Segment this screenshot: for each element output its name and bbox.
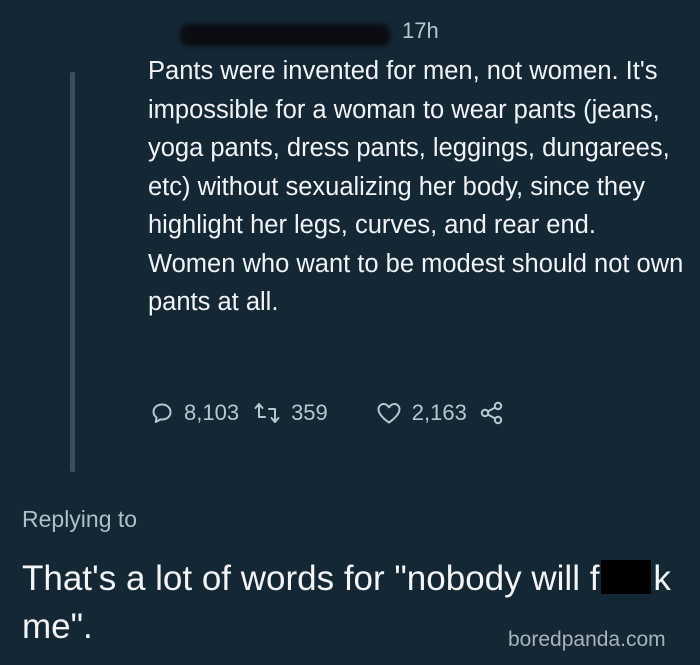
share-button[interactable] — [479, 400, 505, 426]
censor-box — [601, 560, 652, 594]
tweet-text: Pants were invented for men, not women. … — [148, 57, 684, 316]
like-icon — [376, 401, 402, 425]
reply-count: 8,103 — [184, 400, 240, 425]
like-count: 2,163 — [411, 400, 467, 425]
retweet-icon — [253, 401, 281, 425]
thread-line — [70, 72, 75, 472]
reply-button[interactable]: 8,103 — [150, 400, 239, 426]
watermark: boredpanda.com — [508, 628, 666, 651]
like-button[interactable]: 2,163 — [376, 400, 467, 426]
reply-text-start: That's a lot of words for "nobody will f — [22, 559, 600, 598]
redacted-username — [180, 24, 390, 46]
reply-icon — [150, 401, 174, 425]
replying-to-label: Replying to — [22, 506, 138, 532]
tweet-timestamp[interactable]: 17h — [402, 18, 439, 44]
retweet-button[interactable]: 359 — [253, 400, 328, 426]
share-icon — [479, 400, 505, 426]
tweet-actions: 8,103 359 2,163 — [150, 396, 505, 430]
retweet-count: 359 — [291, 400, 328, 425]
